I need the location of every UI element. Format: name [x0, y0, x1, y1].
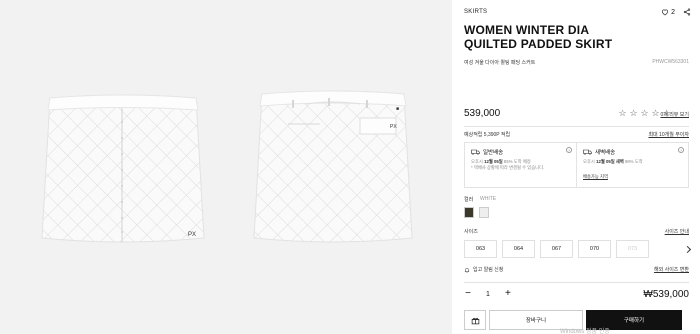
dawn-desc-prefix: 오후시	[583, 159, 597, 164]
gift-button[interactable]	[464, 310, 486, 330]
color-label: 컬러	[464, 197, 474, 203]
quantity-value[interactable]: 1	[486, 291, 490, 298]
normal-desc-date: 12월 05일	[484, 159, 503, 164]
divider	[464, 282, 689, 283]
dawn-shipping-header: 새벽배송	[583, 148, 682, 156]
product-price: 539,000	[464, 108, 501, 119]
share-icon[interactable]	[683, 8, 691, 16]
dawn-shipping-desc: 오후시 12월 05일 새벽 98% 도착	[583, 159, 682, 165]
product-code: PHWCW563301	[652, 59, 689, 65]
total-price: ₩539,000	[643, 289, 689, 300]
dawn-shipping: 새벽배송 오후시 12월 05일 새벽 98% 도착 배송가능 지역 ?	[576, 143, 688, 187]
shipping-options: 일반배송 오후시 12월 05일 85% 도착 예정 * 택배사 상황에 따라 …	[464, 142, 689, 188]
skirt-front-image[interactable]: PX	[38, 86, 208, 246]
wishlist-count: 2	[671, 8, 675, 16]
normal-shipping: 일반배송 오후시 12월 05일 85% 도착 예정 * 택배사 상황에 따라 …	[465, 143, 576, 187]
normal-shipping-header: 일반배송	[471, 148, 570, 156]
star-icon: ☆	[651, 108, 660, 118]
skirt-back-image[interactable]: PX ■	[248, 86, 418, 246]
normal-desc-suffix: 85% 도착 예정	[502, 159, 531, 164]
svg-text:■: ■	[396, 106, 399, 112]
restock-alert[interactable]: 입고 알림 신청	[464, 266, 503, 273]
gift-icon	[471, 317, 479, 324]
size-option[interactable]: 063	[464, 240, 497, 258]
normal-desc-note: * 택배사 상황에 따라 변경될 수 있습니다.	[471, 165, 545, 170]
quantity-decrease-button[interactable]: −	[464, 289, 472, 299]
svg-text:PX: PX	[188, 232, 196, 238]
dawn-desc-suffix: 98% 도착	[623, 159, 643, 164]
info-icon[interactable]: ?	[566, 147, 572, 153]
restock-label: 입고 알림 신청	[473, 267, 504, 273]
size-label: 사이즈	[464, 229, 478, 235]
size-convert-link[interactable]: 해외 사이즈 변환	[654, 266, 689, 273]
size-option[interactable]: 073	[616, 240, 649, 258]
product-subtitle: 여성 겨울 다이아 퀼팅 패딩 스커트	[464, 60, 536, 66]
quantity-stepper: − 1 +	[464, 289, 512, 299]
svg-text:PX: PX	[390, 124, 397, 130]
star-icon: ☆	[640, 108, 649, 118]
normal-shipping-title: 일반배송	[483, 150, 504, 156]
category-breadcrumb[interactable]: SKIRTS	[464, 9, 487, 15]
swatch-white[interactable]	[479, 207, 489, 218]
star-icon: ☆	[629, 108, 638, 118]
star-icon: ☆	[618, 108, 627, 118]
size-option[interactable]: 070	[578, 240, 611, 258]
product-gallery: PX PX ■	[0, 0, 452, 334]
color-swatches	[464, 207, 489, 218]
dawn-desc-date: 12월 05일 새벽	[596, 159, 624, 164]
heart-icon	[662, 9, 669, 16]
normal-shipping-desc: 오후시 12월 05일 85% 도착 예정 * 택배사 상황에 따라 변경될 수…	[471, 159, 570, 171]
dawn-area-link[interactable]: 배송가능 지역	[583, 174, 608, 180]
normal-desc-prefix: 오후시	[471, 159, 485, 164]
card-benefit-link[interactable]: 최대 10개월 무이자	[648, 131, 689, 138]
size-options: 063 064 067 070 073	[464, 240, 649, 258]
bell-icon	[464, 267, 470, 272]
truck-icon	[583, 149, 592, 155]
dawn-shipping-title: 새벽배송	[595, 150, 616, 156]
wishlist-button[interactable]: 2	[661, 8, 675, 16]
swatch-olive[interactable]	[464, 207, 474, 218]
quantity-increase-button[interactable]: +	[504, 289, 512, 299]
divider	[464, 126, 689, 127]
header-actions: 2	[661, 8, 691, 16]
review-link[interactable]: 0개 리뷰 보기	[660, 111, 689, 118]
size-option[interactable]: 067	[540, 240, 573, 258]
truck-icon	[471, 149, 480, 155]
product-title: WOMEN WINTER DIA QUILTED PADDED SKIRT	[464, 23, 613, 51]
points-info: 예상적립 5,390P 적립	[464, 132, 511, 138]
size-guide-link[interactable]: 사이즈 안내	[665, 228, 689, 235]
info-icon[interactable]: ?	[678, 147, 684, 153]
color-selected: WHITE	[480, 196, 497, 202]
windows-watermark: Windows 정품 인증	[560, 329, 610, 334]
size-option[interactable]: 064	[502, 240, 535, 258]
